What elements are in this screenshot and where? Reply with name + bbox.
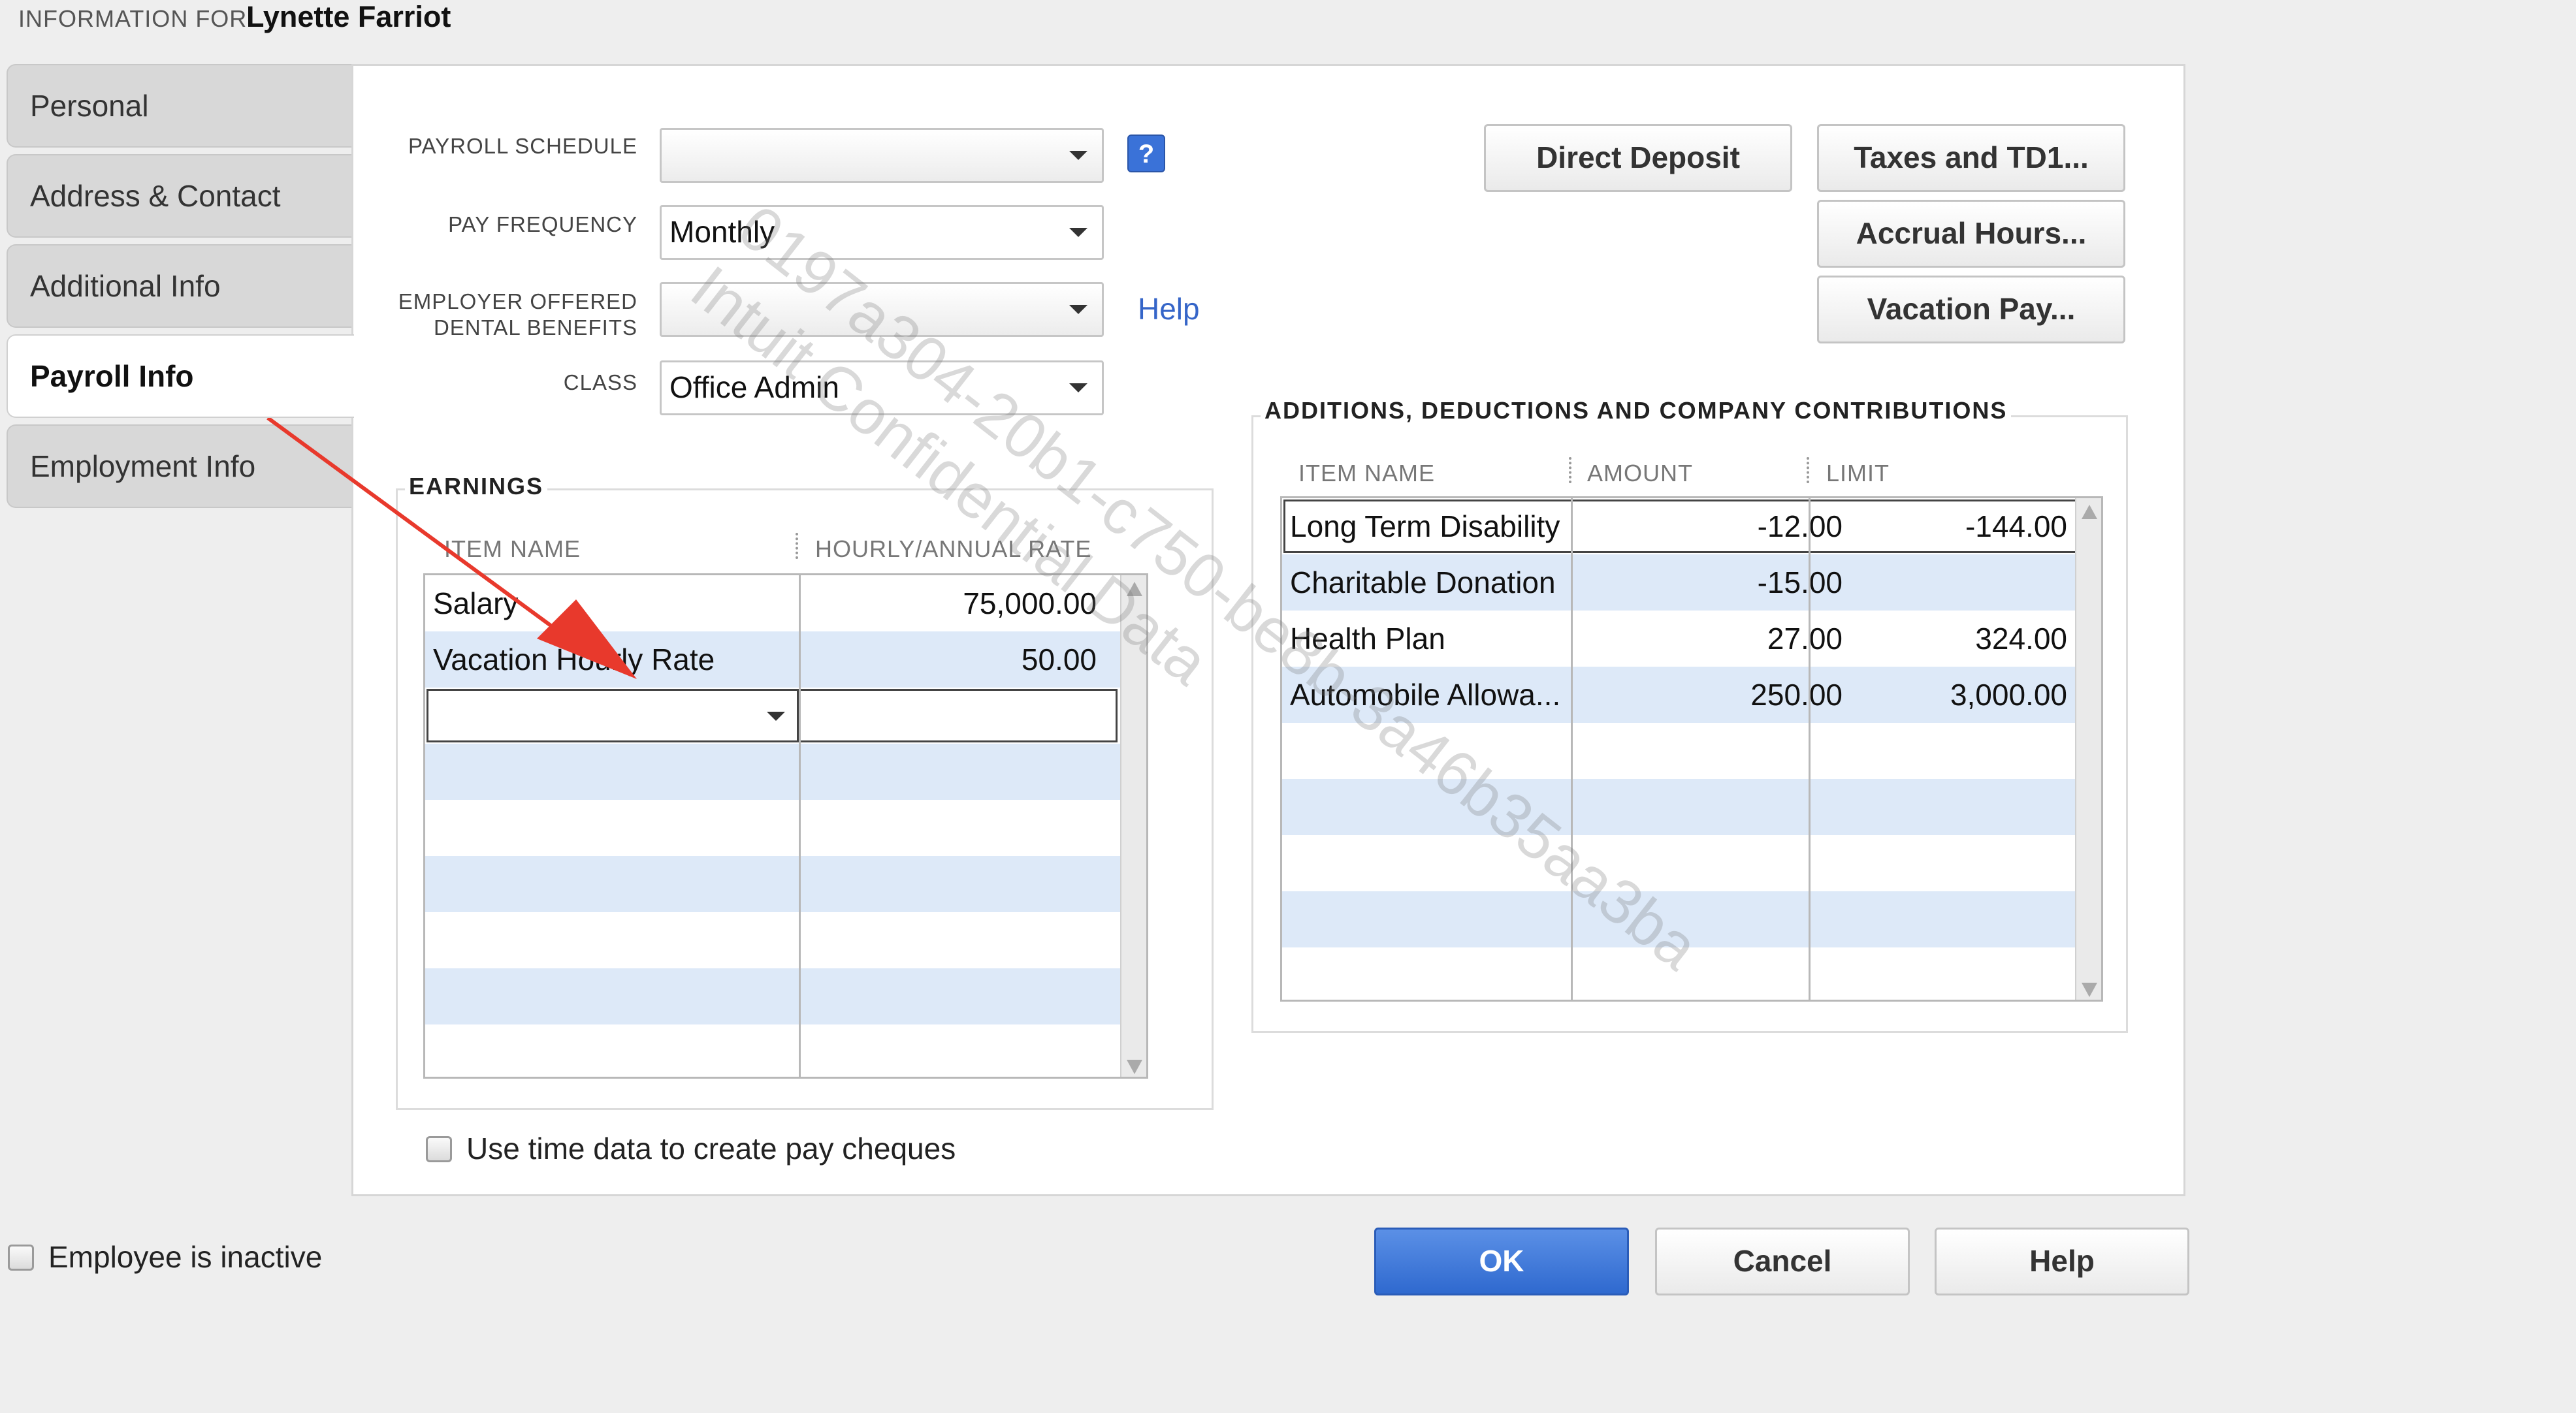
- annotation-arrow-icon: [266, 416, 637, 679]
- tab-payroll-info[interactable]: Payroll Info: [7, 334, 354, 418]
